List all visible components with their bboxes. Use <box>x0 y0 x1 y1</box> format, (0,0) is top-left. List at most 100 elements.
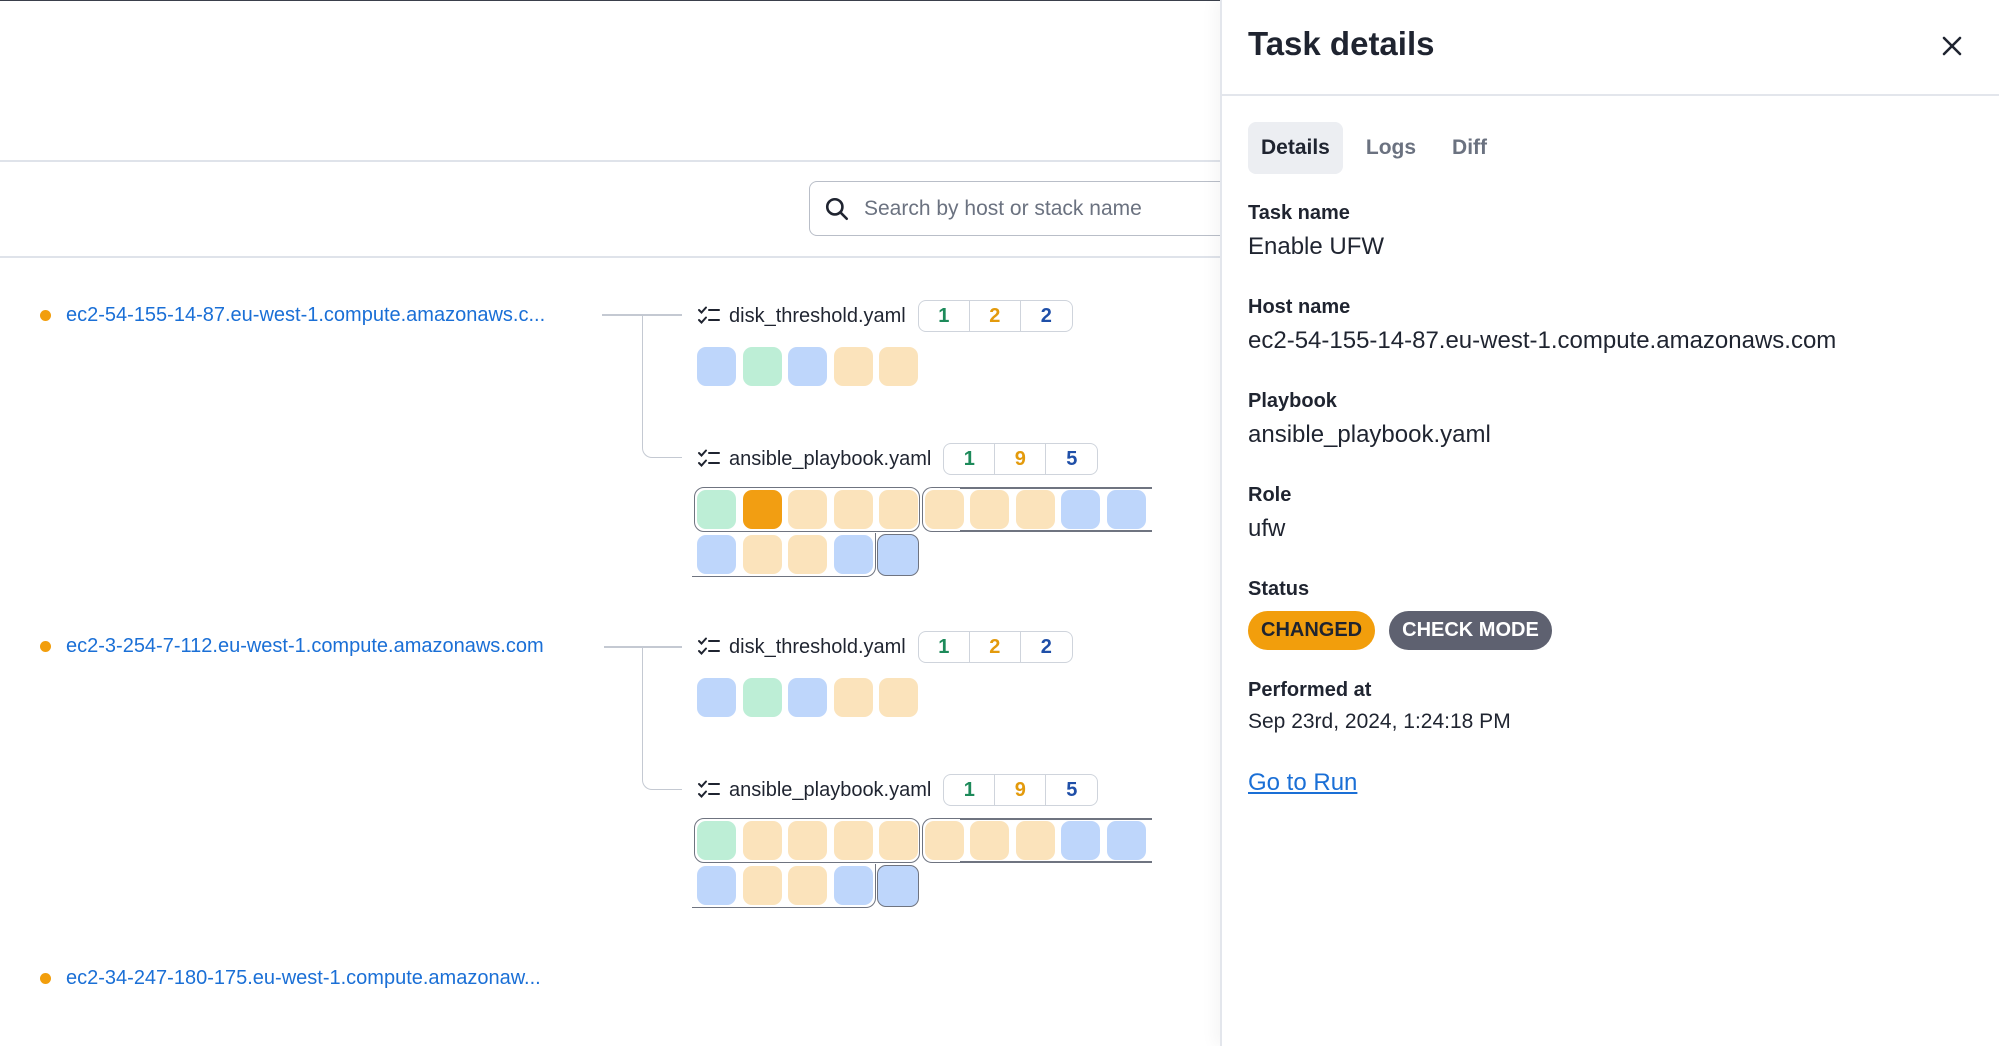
task-cell-skipped[interactable] <box>834 535 873 574</box>
close-icon <box>1942 36 1962 56</box>
role-group-edge <box>960 818 1152 820</box>
task-cell-skipped[interactable] <box>877 865 919 907</box>
task-details-panel: Task details Details Logs Diff Task name… <box>1220 0 1999 1046</box>
skipped-count: 5 <box>1066 447 1078 470</box>
task-cell-skipped[interactable] <box>1061 490 1100 529</box>
changed-count: 9 <box>995 775 1047 805</box>
role-group-edge <box>960 487 1152 489</box>
task-cell-ok[interactable] <box>743 678 782 717</box>
task-cell-changed[interactable] <box>1016 821 1055 860</box>
task-cell-changed[interactable] <box>788 866 827 905</box>
performed-at-value: Sep 23rd, 2024, 1:24:18 PM <box>1248 710 1511 733</box>
task-cell-skipped[interactable] <box>697 866 736 905</box>
field-label: Status <box>1248 578 1310 600</box>
role-group-edge <box>960 861 1152 863</box>
task-cell-changed-selected[interactable] <box>743 490 782 529</box>
main-area: ec2-54-155-14-87.eu-west-1.compute.amazo… <box>0 0 1249 1046</box>
panel-tabs: Details Logs Diff <box>1248 122 1500 174</box>
search-divider <box>0 256 1221 258</box>
status-badges: CHANGED CHECK MODE <box>1248 611 1552 650</box>
task-cell-changed[interactable] <box>925 490 964 529</box>
search-icon <box>825 197 849 220</box>
playbook-name: disk_threshold.yaml <box>729 635 906 658</box>
playbook-row[interactable]: disk_threshold.yaml 1 2 2 <box>697 631 1073 663</box>
host-link[interactable]: ec2-54-155-14-87.eu-west-1.compute.amazo… <box>66 304 545 327</box>
status-field: Status CHANGED CHECK MODE <box>1248 578 1552 650</box>
tree-connector <box>642 646 682 790</box>
task-cell-changed[interactable] <box>970 490 1009 529</box>
task-cell-ok[interactable] <box>697 490 736 529</box>
task-cell-changed[interactable] <box>834 678 873 717</box>
host-status-dot <box>40 972 51 984</box>
playbook-row[interactable]: ansible_playbook.yaml 1 9 5 <box>697 774 1099 806</box>
go-to-run-link[interactable]: Go to Run <box>1248 769 1357 797</box>
task-cell-skipped[interactable] <box>834 866 873 905</box>
skipped-count: 2 <box>1040 635 1052 658</box>
task-cell-skipped[interactable] <box>788 678 827 717</box>
task-cell-skipped[interactable] <box>697 347 736 386</box>
task-cell-changed[interactable] <box>879 347 918 386</box>
task-cell-changed[interactable] <box>970 821 1009 860</box>
task-cell-skipped[interactable] <box>1061 821 1100 860</box>
task-cell-changed[interactable] <box>788 821 827 860</box>
ok-count: 1 <box>944 775 996 805</box>
performed-at-field: Performed at Sep 23rd, 2024, 1:24:18 PM <box>1248 679 1511 734</box>
tab-logs[interactable]: Logs <box>1353 122 1429 174</box>
task-counts: 1 9 5 <box>943 774 1099 806</box>
search-box[interactable] <box>809 181 1249 236</box>
checklist-icon <box>698 780 720 798</box>
playbook-name: ansible_playbook.yaml <box>729 778 932 801</box>
task-cell-changed[interactable] <box>834 490 873 529</box>
tab-details[interactable]: Details <box>1248 122 1343 174</box>
skipped-count: 5 <box>1066 778 1078 801</box>
task-cell-changed[interactable] <box>743 866 782 905</box>
host-row[interactable]: ec2-34-247-180-175.eu-west-1.compute.ama… <box>40 963 541 993</box>
task-cell-changed[interactable] <box>743 821 782 860</box>
playbook-name: disk_threshold.yaml <box>729 304 906 327</box>
ok-count: 1 <box>919 632 970 662</box>
host-link[interactable]: ec2-34-247-180-175.eu-west-1.compute.ama… <box>66 967 541 990</box>
task-counts: 1 2 2 <box>917 631 1073 663</box>
task-cell-changed[interactable] <box>834 347 873 386</box>
task-cell-ok[interactable] <box>743 347 782 386</box>
changed-count: 2 <box>970 301 1021 331</box>
task-cell-skipped[interactable] <box>788 347 827 386</box>
task-cell-changed[interactable] <box>743 535 782 574</box>
host-name-field: Host name ec2-54-155-14-87.eu-west-1.com… <box>1248 296 1836 355</box>
task-cell-skipped[interactable] <box>697 678 736 717</box>
task-cell-skipped[interactable] <box>1107 490 1146 529</box>
task-cell-changed[interactable] <box>788 535 827 574</box>
playbook-row[interactable]: ansible_playbook.yaml 1 9 5 <box>697 443 1099 475</box>
task-cell-skipped[interactable] <box>697 535 736 574</box>
close-button[interactable] <box>1936 30 1968 62</box>
role-value: ufw <box>1248 515 1286 542</box>
task-cell-skipped[interactable] <box>877 534 919 576</box>
host-link[interactable]: ec2-3-254-7-112.eu-west-1.compute.amazon… <box>66 635 544 658</box>
task-cell-changed[interactable] <box>788 490 827 529</box>
task-cell-changed[interactable] <box>879 821 918 860</box>
task-cell-changed[interactable] <box>834 821 873 860</box>
skipped-count: 2 <box>1040 304 1052 327</box>
host-row[interactable]: ec2-3-254-7-112.eu-west-1.compute.amazon… <box>40 631 544 661</box>
task-cell-skipped[interactable] <box>1107 821 1146 860</box>
role-field: Role ufw <box>1248 484 1291 543</box>
panel-divider <box>1222 94 1999 96</box>
field-label: Role <box>1248 484 1292 506</box>
field-label: Host name <box>1248 296 1351 318</box>
task-cell-changed[interactable] <box>879 678 918 717</box>
host-status-dot <box>40 640 51 652</box>
field-label: Playbook <box>1248 390 1337 412</box>
status-badge-changed: CHANGED <box>1248 611 1376 650</box>
host-row[interactable]: ec2-54-155-14-87.eu-west-1.compute.amazo… <box>40 300 545 330</box>
playbook-value: ansible_playbook.yaml <box>1248 421 1491 448</box>
task-cell-changed[interactable] <box>1016 490 1055 529</box>
playbook-row[interactable]: disk_threshold.yaml 1 2 2 <box>697 300 1073 332</box>
tree-connector <box>604 646 642 648</box>
host-name-value: ec2-54-155-14-87.eu-west-1.compute.amazo… <box>1248 327 1837 354</box>
search-input[interactable] <box>864 196 1224 221</box>
tab-diff[interactable]: Diff <box>1439 122 1500 174</box>
task-cell-ok[interactable] <box>697 821 736 860</box>
host-status-dot <box>40 309 51 321</box>
task-cell-changed[interactable] <box>879 490 918 529</box>
task-cell-changed[interactable] <box>925 821 964 860</box>
